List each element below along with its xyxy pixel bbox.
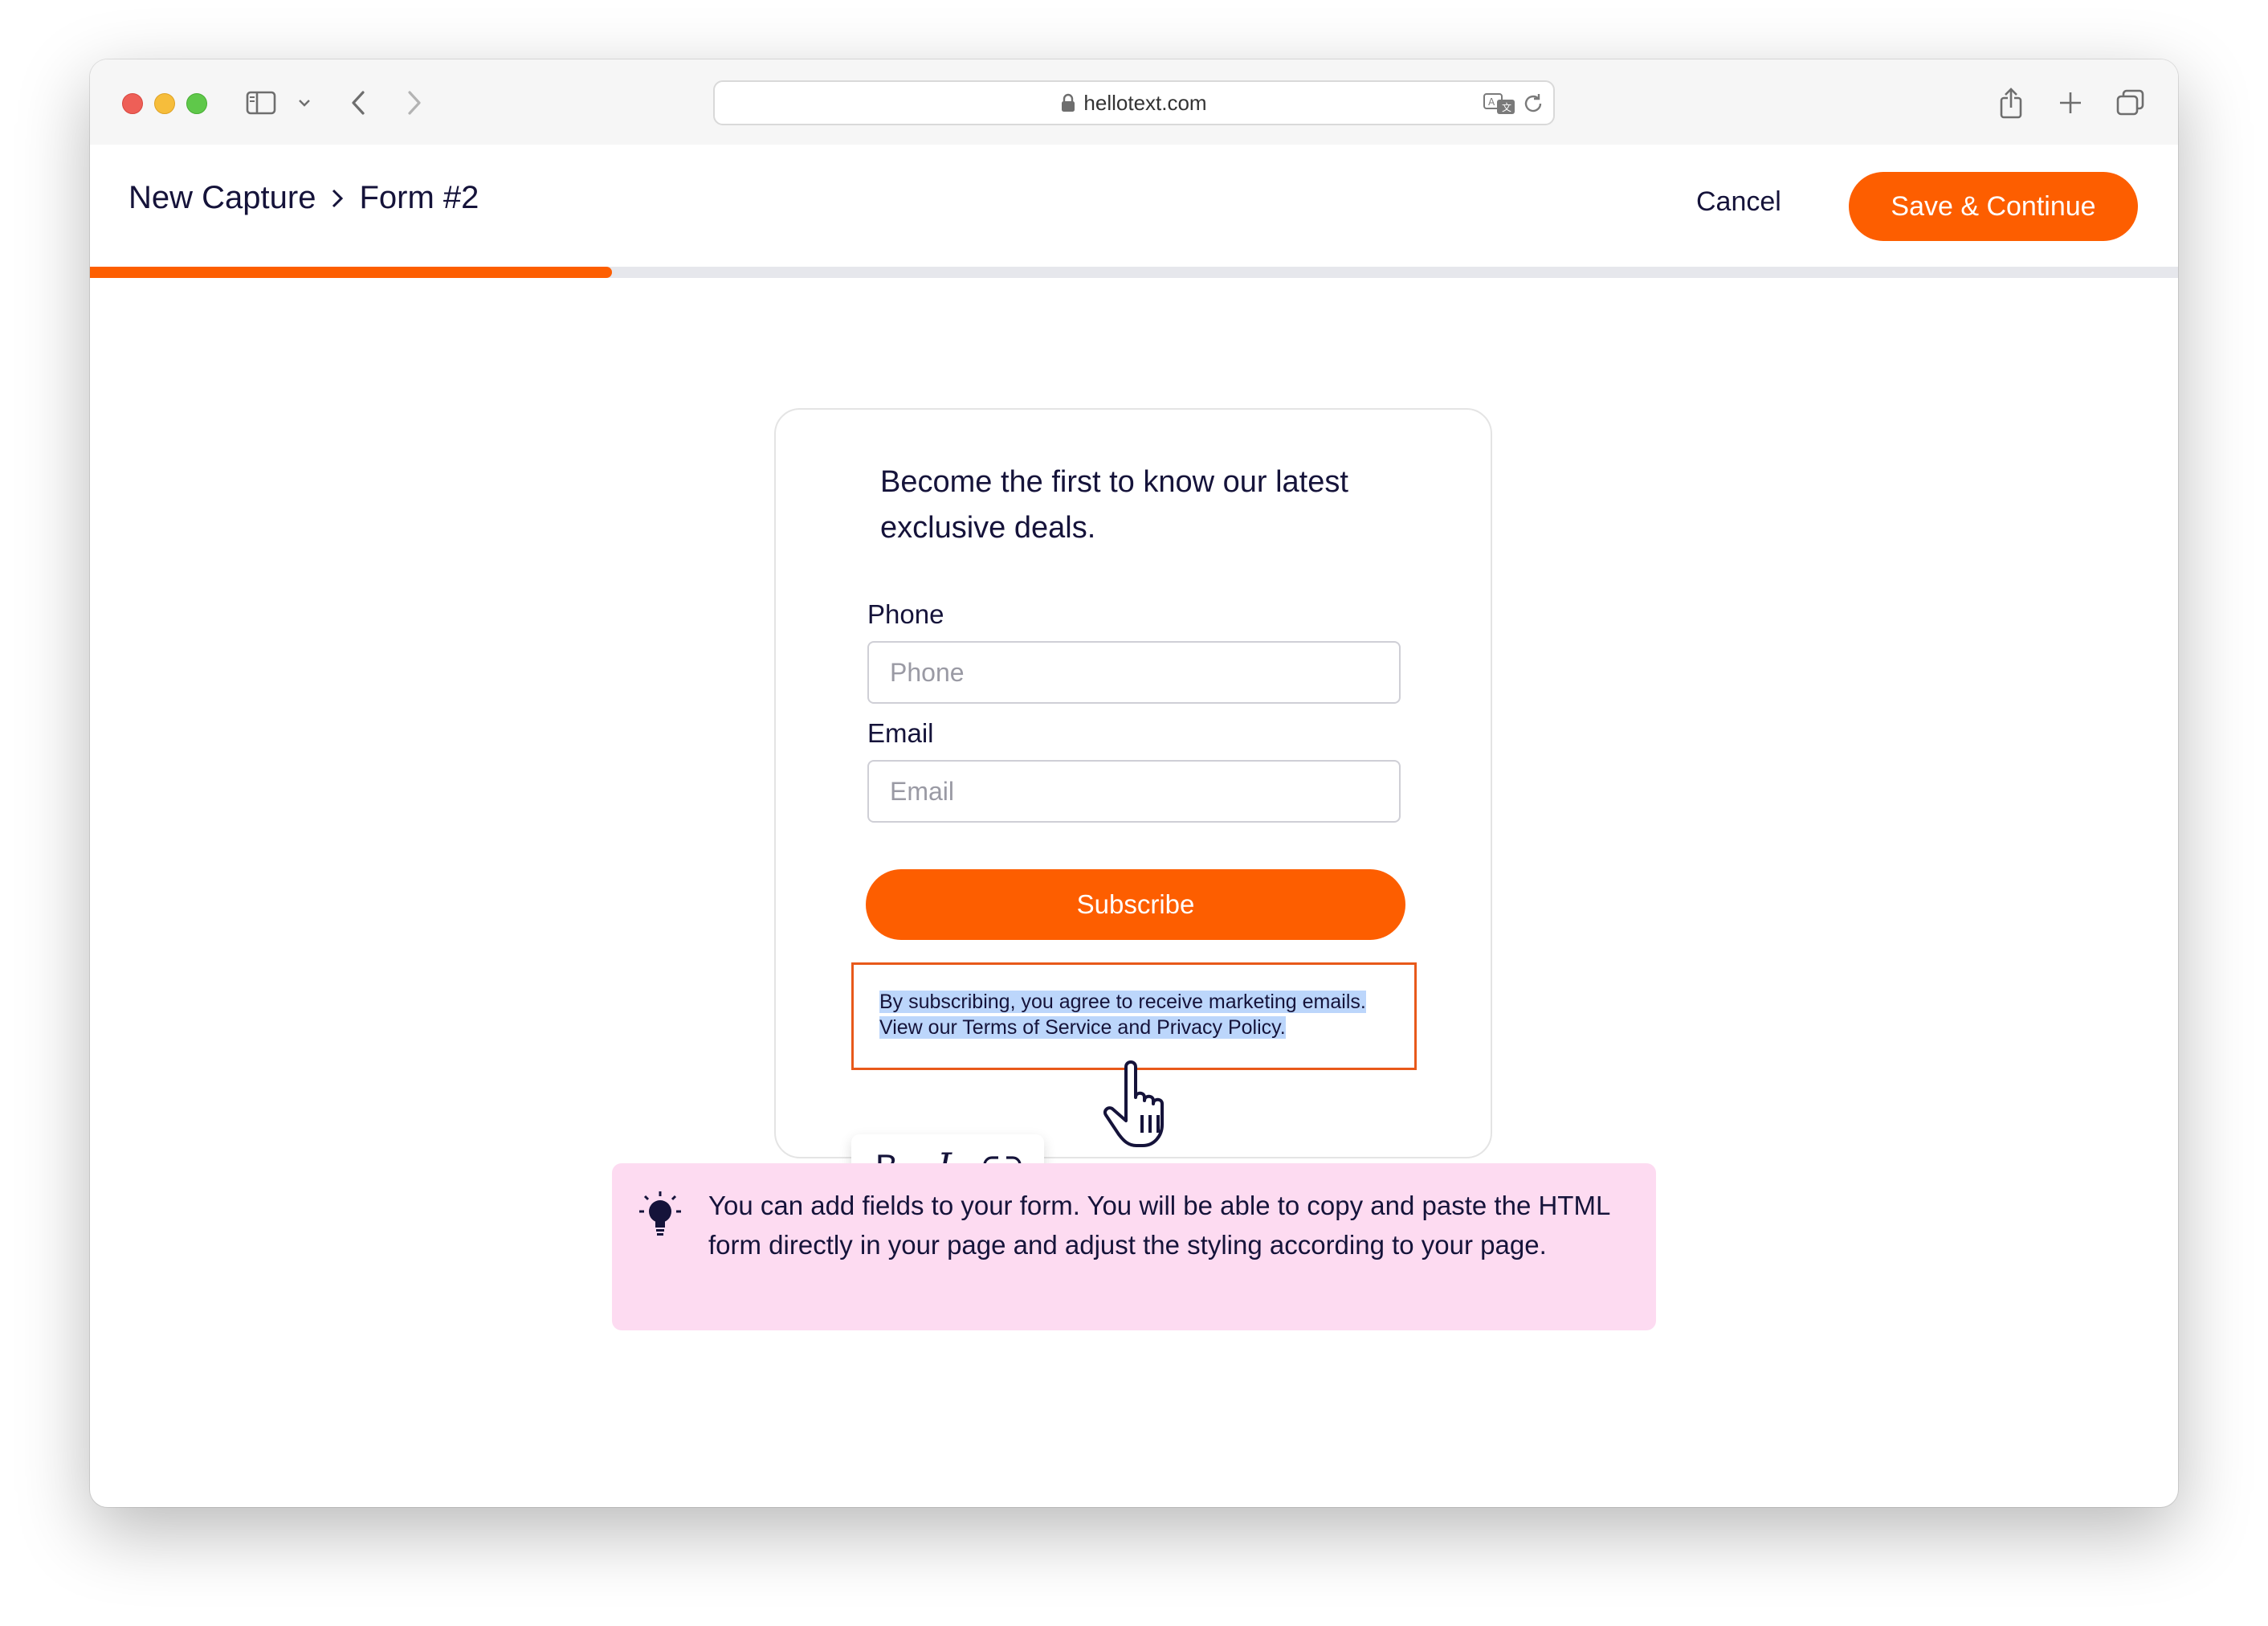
breadcrumb-form: Form #2 (359, 180, 479, 215)
translate-icon[interactable]: A文 (1483, 90, 1516, 117)
disclaimer-text[interactable]: By subscribing, you agree to receive mar… (879, 991, 1366, 1039)
tip-banner: You can add fields to your form. You wil… (612, 1163, 1656, 1330)
tab-overview-icon[interactable] (2115, 87, 2146, 119)
cancel-button[interactable]: Cancel (1696, 186, 1781, 218)
email-input[interactable]: Email (867, 760, 1401, 823)
breadcrumb: New Capture Form #2 (128, 180, 479, 216)
disclaimer-editor[interactable]: By subscribing, you agree to receive mar… (851, 962, 1417, 1070)
phone-input[interactable]: Phone (867, 641, 1401, 704)
browser-toolbar: hellotext.com A文 (90, 59, 2178, 145)
url-text: hellotext.com (1083, 90, 1207, 115)
forward-icon[interactable] (405, 87, 424, 119)
new-tab-icon[interactable] (2058, 87, 2083, 119)
browser-window: hellotext.com A文 New Capture Form #2 Can… (90, 59, 2178, 1507)
subscribe-button[interactable]: Subscribe (866, 869, 1405, 940)
phone-label[interactable]: Phone (867, 599, 944, 630)
address-bar[interactable]: hellotext.com A文 (713, 80, 1555, 125)
share-icon[interactable] (1998, 87, 2024, 119)
progress-bar (90, 267, 2178, 278)
pointer-hand-cursor-icon (1102, 1056, 1182, 1156)
minimize-window-button[interactable] (154, 93, 175, 114)
svg-text:A: A (1488, 96, 1495, 108)
back-icon[interactable] (349, 87, 368, 119)
breadcrumb-new-capture[interactable]: New Capture (128, 180, 316, 216)
sidebar-toggle-icon[interactable] (246, 87, 278, 119)
chevron-right-icon (330, 187, 345, 210)
save-continue-button[interactable]: Save & Continue (1849, 172, 2138, 241)
progress-bar-fill (90, 267, 612, 278)
lock-icon (1061, 93, 1075, 112)
tip-text: You can add fields to your form. You wil… (708, 1191, 1610, 1260)
svg-text:文: 文 (1502, 101, 1511, 113)
form-heading[interactable]: Become the first to know our latest excl… (880, 460, 1426, 551)
maximize-window-button[interactable] (186, 93, 207, 114)
chevron-down-icon[interactable] (297, 87, 312, 119)
reload-icon[interactable] (1521, 90, 1545, 117)
close-window-button[interactable] (122, 93, 143, 114)
email-label[interactable]: Email (867, 718, 934, 749)
lightbulb-icon (636, 1189, 684, 1244)
